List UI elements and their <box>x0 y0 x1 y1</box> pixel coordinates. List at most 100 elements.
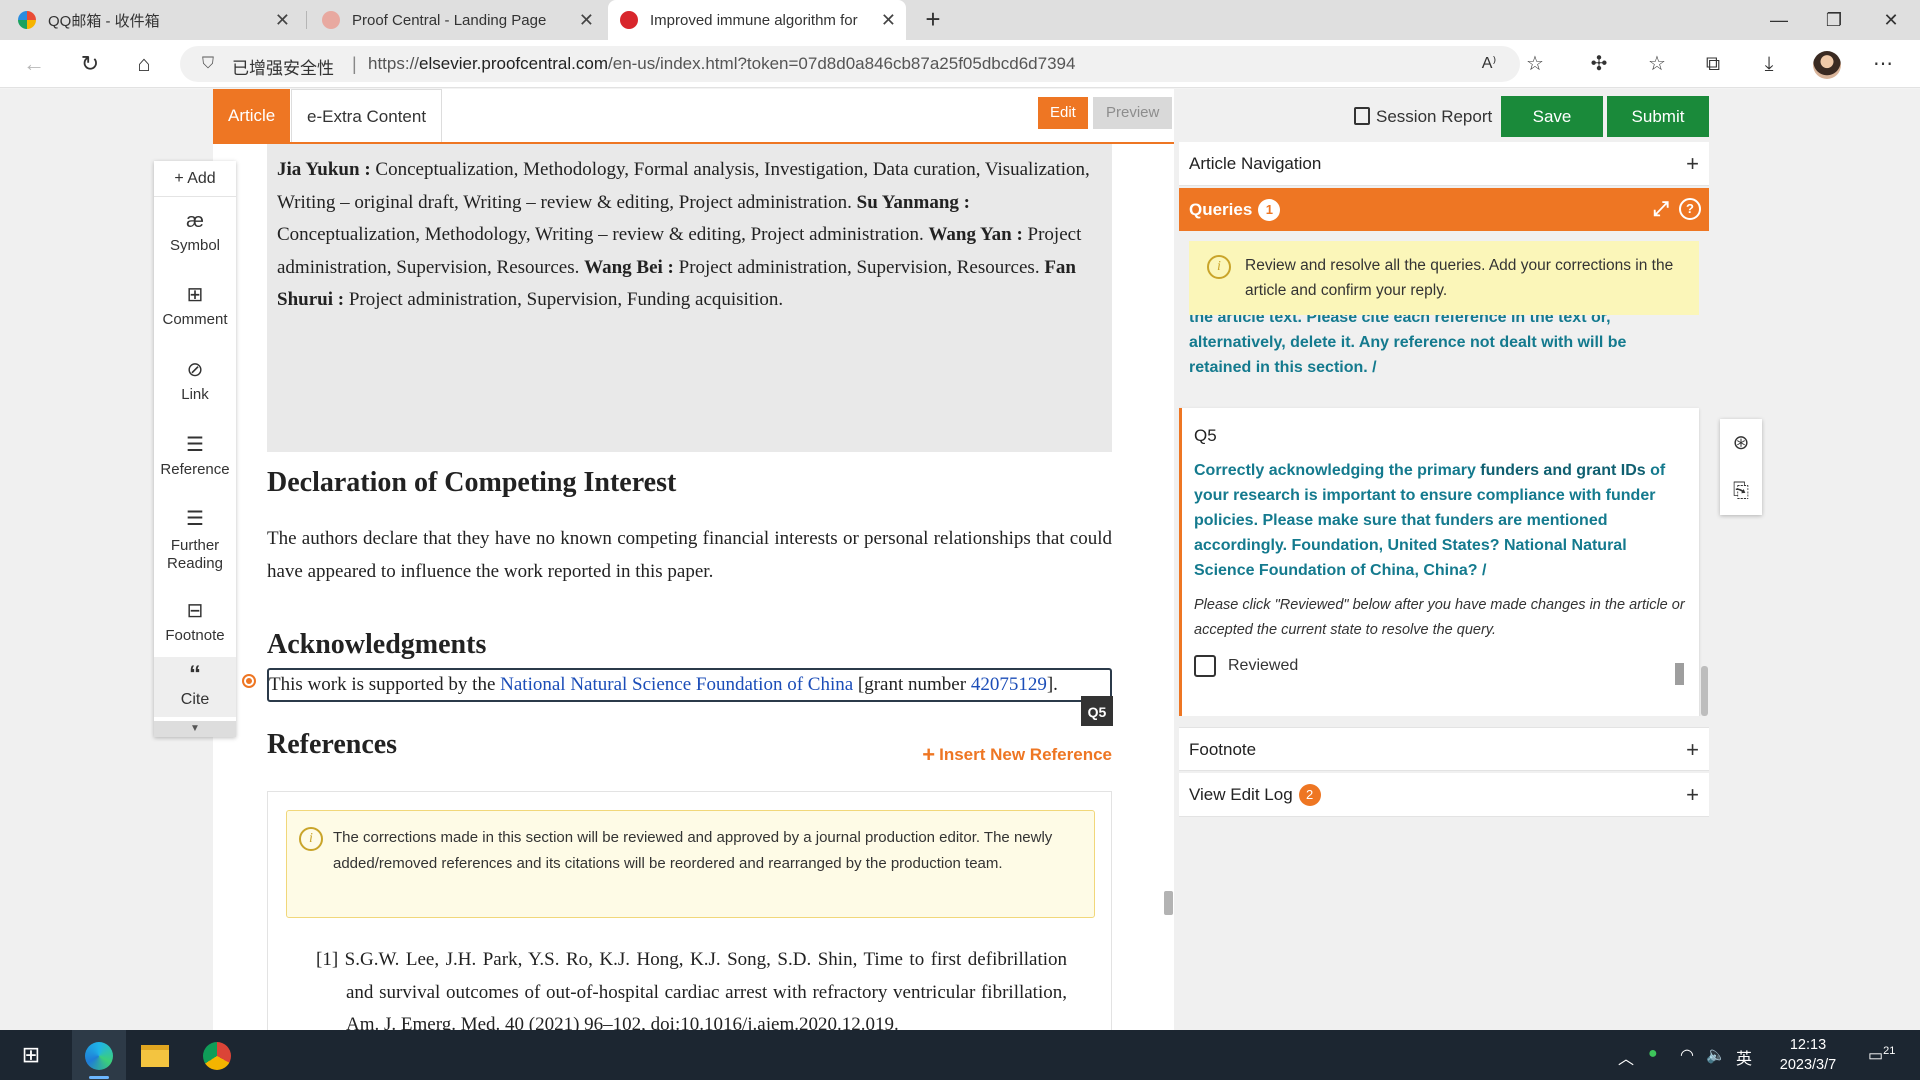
back-button[interactable]: ← <box>16 48 52 80</box>
close-tab-icon[interactable]: ✕ <box>881 10 896 30</box>
network-icon[interactable]: ◠ <box>1680 1045 1694 1065</box>
acknowledgments-text[interactable]: This work is supported by the National N… <box>267 668 1112 702</box>
browser-tab-qqmail[interactable]: QQ邮箱 - 收件箱 ✕ <box>18 0 300 40</box>
article-navigation-header[interactable]: Article Navigation + <box>1179 142 1709 186</box>
queries-header[interactable]: Queries 1 ⤢ ? <box>1179 188 1709 231</box>
help-lifebuoy-icon[interactable]: ⊛ <box>1720 419 1762 467</box>
windows-taskbar: ⊞ ︿ ● ◠ 🔈 英 12:13 2023/3/7 ▭21 <box>0 1030 1920 1080</box>
reviewed-checkbox[interactable]: Reviewed <box>1194 655 1687 677</box>
ime-indicator[interactable]: 英 <box>1736 1045 1752 1069</box>
expand-plus-icon[interactable]: + <box>1686 142 1699 186</box>
volume-icon[interactable]: 🔈 <box>1706 1045 1726 1065</box>
maximize-button[interactable]: ❐ <box>1805 0 1863 40</box>
file-explorer-icon[interactable] <box>130 1035 180 1075</box>
browser-tab-proofcentral-landing[interactable]: Proof Central - Landing Page ✕ <box>322 0 604 40</box>
query-marker-icon[interactable] <box>242 674 256 688</box>
more-menu-icon[interactable]: ⋯ <box>1866 48 1900 80</box>
close-tab-icon[interactable]: ✕ <box>275 10 290 30</box>
save-button[interactable]: Save <box>1501 96 1603 137</box>
competing-interest-heading[interactable]: Declaration of Competing Interest <box>267 467 676 499</box>
query-q5-tag[interactable]: Q5 <box>1081 696 1113 726</box>
tour-icon[interactable]: ⎘ <box>1720 467 1762 515</box>
collections-icon[interactable]: ⧉ <box>1696 48 1730 80</box>
edge-browser-icon[interactable] <box>74 1035 124 1075</box>
profile-avatar[interactable] <box>1810 48 1844 80</box>
add-button[interactable]: + Add <box>154 161 236 197</box>
session-report-button[interactable]: Session Report <box>1354 97 1492 137</box>
footnote-tool[interactable]: ⊟ Footnote <box>154 599 236 644</box>
windows-start-icon[interactable]: ⊞ <box>6 1035 56 1075</box>
add-favorite-icon[interactable]: ☆ <box>1518 48 1552 80</box>
competing-interest-text[interactable]: The authors declare that they have no kn… <box>267 522 1112 588</box>
credit-statement[interactable]: Jia Yukun : Conceptualization, Methodolo… <box>267 144 1112 452</box>
chrome-icon[interactable] <box>192 1035 242 1075</box>
tray-chevron-icon[interactable]: ︿ <box>1618 1045 1634 1069</box>
home-button[interactable]: ⌂ <box>126 48 162 80</box>
query-hint: Please click "Reviewed" below after you … <box>1194 597 1685 638</box>
security-label: 已增强安全性 <box>232 59 334 78</box>
submit-button[interactable]: Submit <box>1607 96 1709 137</box>
expand-icon[interactable]: ⤢ <box>1653 188 1669 231</box>
previous-query-text: the article text. Please cite each refer… <box>1189 315 1627 376</box>
comment-icon: ⊞ <box>186 284 204 306</box>
chevron-down-icon[interactable]: ▼ <box>154 721 236 737</box>
tab-title: QQ邮箱 - 收件箱 <box>48 12 160 30</box>
close-tab-icon[interactable]: ✕ <box>579 10 594 30</box>
cite-tool[interactable]: “Cite <box>154 657 236 717</box>
qqmail-favicon-icon <box>18 11 36 29</box>
symbol-tool[interactable]: æ Symbol <box>154 209 236 254</box>
references-list: i The corrections made in this section w… <box>267 791 1112 1030</box>
insert-new-reference-button[interactable]: + Insert New Reference <box>922 742 1112 768</box>
tab-article[interactable]: Article <box>213 89 291 142</box>
queries-scrollbar[interactable] <box>1699 231 1709 716</box>
close-window-button[interactable]: ✕ <box>1862 0 1920 40</box>
comment-tool[interactable]: ⊞ Comment <box>154 283 236 328</box>
link-tool[interactable]: ⊘ Link <box>154 358 236 403</box>
notification-center-icon[interactable]: ▭21 <box>1868 1045 1895 1065</box>
url-text[interactable]: https://elsevier.proofcentral.com/en-us/… <box>368 54 1075 74</box>
query-card-q5[interactable]: Q5 Correctly acknowledging the primary f… <box>1179 408 1699 716</box>
preview-mode-button[interactable]: Preview <box>1093 97 1173 129</box>
browser-tab-active-article[interactable]: Improved immune algorithm for ✕ <box>608 0 906 40</box>
edit-mode-button[interactable]: Edit <box>1038 97 1088 129</box>
read-aloud-icon[interactable]: A⁾ <box>1472 48 1506 80</box>
new-tab-button[interactable]: + <box>917 4 949 36</box>
references-heading[interactable]: References <box>267 729 397 761</box>
help-icon[interactable]: ? <box>1679 198 1701 220</box>
quote-icon: “ <box>189 661 201 688</box>
browser-tab-strip: QQ邮箱 - 收件箱 ✕ Proof Central - Landing Pag… <box>0 0 1920 40</box>
extensions-icon[interactable]: ✣ <box>1582 48 1616 80</box>
reference-item[interactable]: [1] S.G.W. Lee, J.H. Park, Y.S. Ro, K.J.… <box>316 944 1067 1030</box>
address-bar[interactable]: ⛉ 已增强安全性 | https://elsevier.proofcentral… <box>180 46 1520 82</box>
tab-divider <box>306 11 307 29</box>
grant-number-link[interactable]: 42075129 <box>971 674 1047 695</box>
query-card-scrollbar[interactable] <box>1675 663 1684 685</box>
footnote-header[interactable]: Footnote + <box>1179 727 1709 771</box>
queries-panel: i Review and resolve all the queries. Ad… <box>1179 231 1709 716</box>
wechat-icon[interactable]: ● <box>1648 1045 1658 1063</box>
divider: | <box>352 54 357 74</box>
edit-log-count-badge: 2 <box>1298 784 1321 806</box>
article-scrollbar[interactable] <box>1164 891 1173 915</box>
tab-extra-content[interactable]: e-Extra Content <box>291 89 443 142</box>
checkbox[interactable] <box>1194 655 1216 677</box>
proof-central-app: Article e-Extra Content Edit Preview Ses… <box>0 89 1920 1030</box>
expand-plus-icon[interactable]: + <box>1686 773 1699 817</box>
reference-tool[interactable]: ☰ Reference <box>154 433 236 478</box>
edit-log-header[interactable]: View Edit Log 2 + <box>1179 773 1709 817</box>
system-clock[interactable]: 12:13 2023/3/7 <box>1768 1035 1848 1075</box>
further-reading-icon: ☰ <box>186 508 204 530</box>
funder-link[interactable]: National Natural Science Foundation of C… <box>500 674 853 695</box>
minimize-button[interactable]: — <box>1750 0 1808 40</box>
shield-icon: ⛉ <box>202 55 215 72</box>
reference-icon: ☰ <box>186 434 204 456</box>
symbol-icon: æ <box>186 210 204 232</box>
acknowledgments-heading[interactable]: Acknowledgments <box>267 629 486 661</box>
reload-button[interactable]: ↻ <box>72 48 108 80</box>
favorites-icon[interactable]: ☆ <box>1640 48 1674 80</box>
downloads-icon[interactable]: ⤓ <box>1752 48 1786 80</box>
expand-plus-icon[interactable]: + <box>1686 728 1699 772</box>
address-toolbar: ← ↻ ⌂ ⛉ 已增强安全性 | https://elsevier.proofc… <box>0 40 1920 88</box>
proofcentral-favicon-icon <box>322 11 340 29</box>
further-reading-tool[interactable]: ☰ Further Reading <box>154 507 236 573</box>
